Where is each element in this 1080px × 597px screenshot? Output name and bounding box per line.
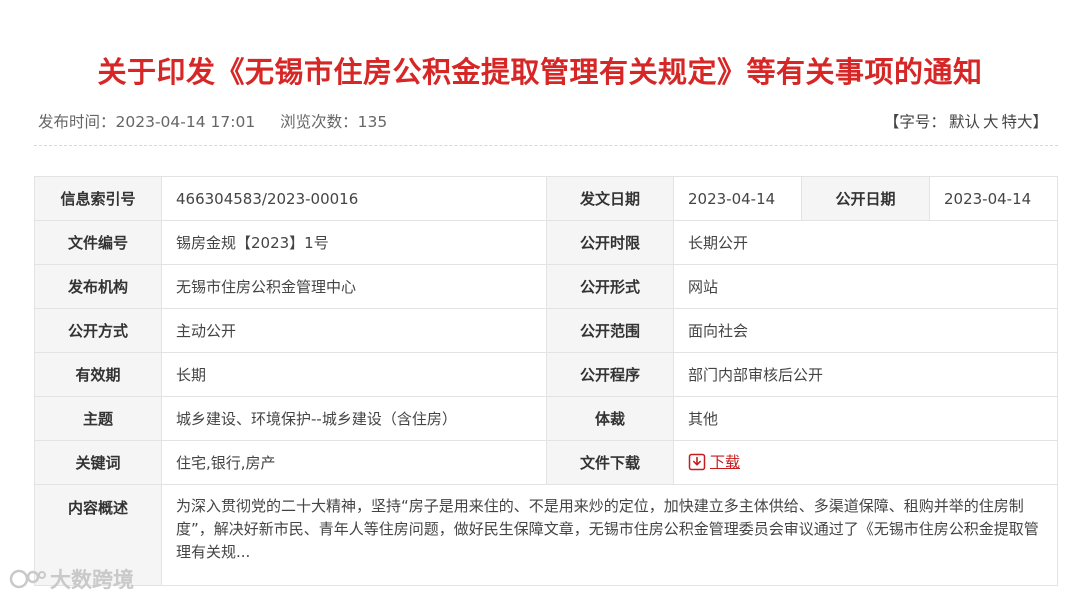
font-size-close: 】 [1032,113,1048,131]
info-table: 信息索引号 466304583/2023-00016 发文日期 2023-04-… [34,176,1058,586]
watermark-text: 大数跨境 [50,568,134,592]
info-row-summary: 内容概述 为深入贯彻党的二十大精神，坚持“房子是用来住的、不是用来炒的定位，加快… [34,484,1058,586]
info-value: 主动公开 [161,308,547,353]
watermark: 大数跨境 [8,564,134,595]
info-label: 主题 [34,396,162,441]
info-row: 发布机构 无锡市住房公积金管理中心 公开形式 网站 [34,264,1058,309]
info-label: 公开时限 [546,220,674,265]
info-value: 其他 [673,396,1058,441]
download-link[interactable]: 下载 [710,453,740,471]
summary-text: 为深入贯彻党的二十大精神，坚持“房子是用来住的、不是用来炒的定位，加快建立多主体… [161,484,1058,586]
info-label: 文件下载 [546,440,674,485]
info-row: 文件编号 锡房金规【2023】1号 公开时限 长期公开 [34,220,1058,265]
info-label: 体裁 [546,396,674,441]
font-size-xlarge[interactable]: 特大 [1001,113,1032,131]
info-row: 有效期 长期 公开程序 部门内部审核后公开 [34,352,1058,397]
info-label: 发布机构 [34,264,162,309]
font-size-open: 【字号： [883,113,946,131]
info-value: 锡房金规【2023】1号 [161,220,547,265]
article-meta: 发布时间：2023-04-14 17:01 浏览次数：135 【字号： 默认大特大… [38,110,1048,132]
article-title: 关于印发《无锡市住房公积金提取管理有关规定》等有关事项的通知 [97,55,983,90]
publish-time: 发布时间：2023-04-14 17:01 [38,113,256,131]
download-cell: 下载 [673,440,1058,485]
info-label: 公开范围 [546,308,674,353]
info-label: 关键词 [34,440,162,485]
info-value: 城乡建设、环境保护--城乡建设（含住房） [161,396,547,441]
info-value: 长期公开 [673,220,1058,265]
info-value: 网站 [673,264,1058,309]
info-row: 主题 城乡建设、环境保护--城乡建设（含住房） 体裁 其他 [34,396,1058,441]
meta-left: 发布时间：2023-04-14 17:01 浏览次数：135 [38,110,407,132]
view-count: 浏览次数：135 [280,113,388,131]
info-value: 2023-04-14 [929,176,1058,221]
info-row: 信息索引号 466304583/2023-00016 发文日期 2023-04-… [34,176,1058,221]
meta-divider [34,145,1058,146]
info-value: 部门内部审核后公开 [673,352,1058,397]
info-row: 公开方式 主动公开 公开范围 面向社会 [34,308,1058,353]
info-row: 关键词 住宅,银行,房产 文件下载 下载 [34,440,1058,485]
info-label: 信息索引号 [34,176,162,221]
info-label: 发文日期 [546,176,674,221]
download-icon[interactable] [688,453,706,475]
info-label: 公开日期 [801,176,930,221]
info-label: 公开程序 [546,352,674,397]
info-value: 466304583/2023-00016 [161,176,547,221]
info-label: 有效期 [34,352,162,397]
info-value: 面向社会 [673,308,1058,353]
font-size-switcher: 【字号： 默认大特大】 [884,110,1048,132]
info-label: 文件编号 [34,220,162,265]
info-value: 无锡市住房公积金管理中心 [161,264,547,309]
info-value: 住宅,银行,房产 [161,440,547,485]
font-size-default[interactable]: 默认 [949,113,980,131]
watermark-logo-icon [8,568,46,595]
font-size-large[interactable]: 大 [983,113,999,131]
info-label: 公开形式 [546,264,674,309]
info-value: 长期 [161,352,547,397]
info-value: 2023-04-14 [673,176,802,221]
info-label: 公开方式 [34,308,162,353]
